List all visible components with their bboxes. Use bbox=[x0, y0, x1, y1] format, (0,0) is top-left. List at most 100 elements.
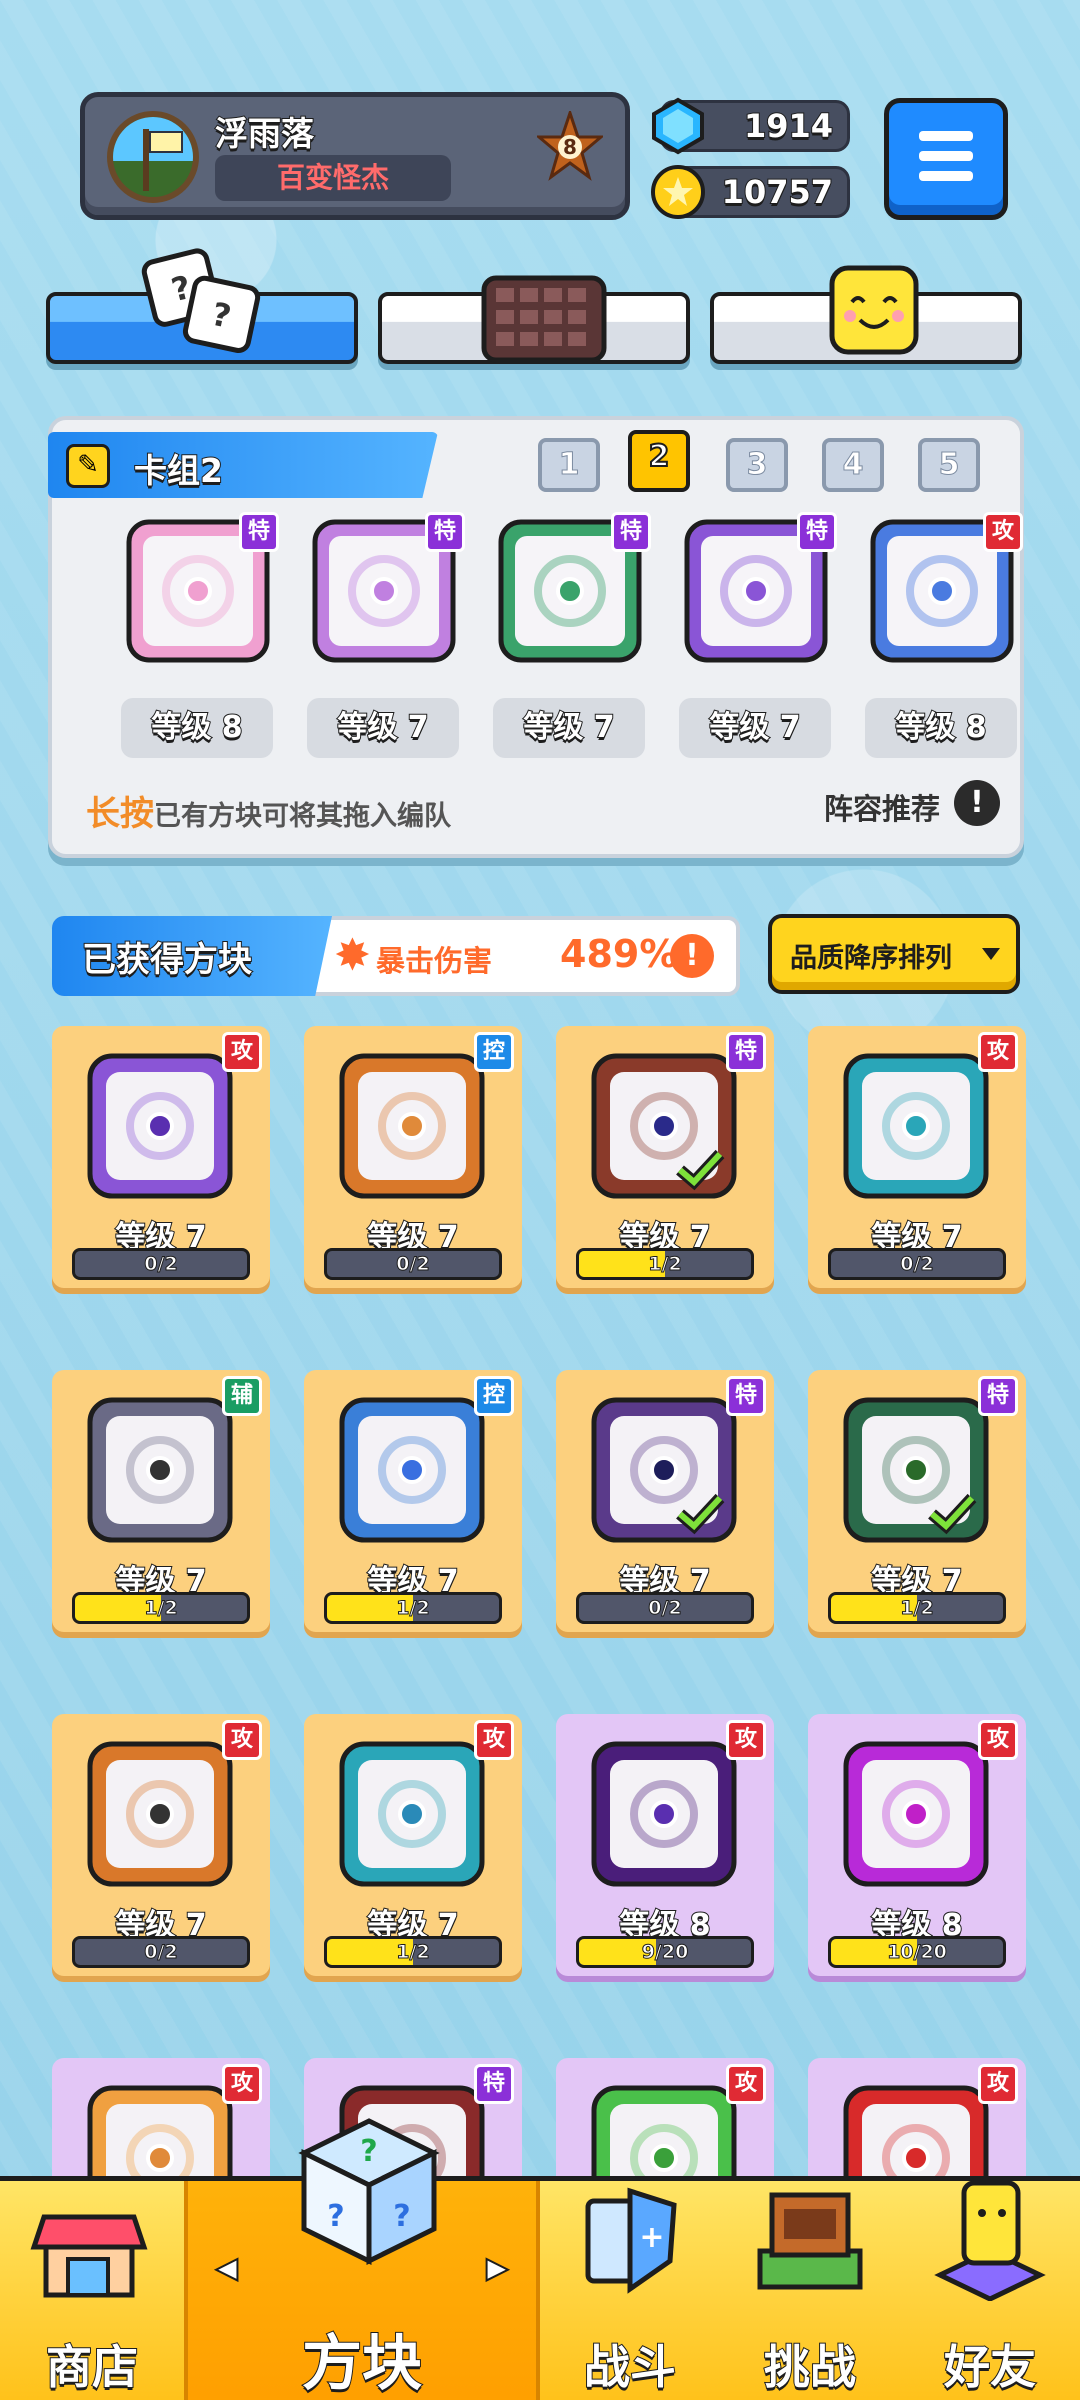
sort-label: 品质降序排列 bbox=[790, 943, 952, 974]
chevron-down-icon bbox=[982, 948, 1000, 960]
svg-text:?: ? bbox=[327, 2199, 344, 2234]
type-badge: 攻 bbox=[726, 1720, 766, 1760]
bottom-nav: 商店 ◀ ? ? ? ▶ 方块 + 战斗 挑战 好友 bbox=[0, 2118, 1080, 2400]
deck-title-bar[interactable]: ✎ 卡组2 bbox=[48, 432, 438, 498]
dice-face-icon bbox=[339, 1053, 485, 1199]
upgrade-progress-text: 1/2 bbox=[396, 1941, 430, 1964]
dice-face-icon bbox=[87, 1053, 233, 1199]
gem-count: 1914 bbox=[743, 106, 834, 146]
type-badge: 攻 bbox=[222, 2064, 262, 2104]
type-badge: 特 bbox=[474, 2064, 514, 2104]
owned-block-card[interactable]: 控等级 7 1/2 bbox=[304, 1370, 522, 1632]
type-badge: 攻 bbox=[978, 1032, 1018, 1072]
upgrade-progress-text: 1/2 bbox=[900, 1597, 934, 1620]
deck-title: 卡组2 bbox=[133, 450, 224, 491]
rank-star-icon[interactable]: 8 bbox=[534, 108, 606, 199]
sort-dropdown[interactable]: 品质降序排列 bbox=[768, 914, 1020, 994]
deck-slot[interactable]: 攻 bbox=[867, 512, 1023, 666]
type-badge: 辅 bbox=[222, 1376, 262, 1416]
tab-board[interactable] bbox=[378, 275, 690, 364]
nav-shop[interactable]: 商店 bbox=[0, 2181, 184, 2400]
owned-block-card[interactable]: 攻等级 7 1/2 bbox=[304, 1714, 522, 1976]
profile-panel[interactable]: 浮雨落 百变怪杰 8 bbox=[80, 92, 630, 220]
nav-shop-label: 商店 bbox=[45, 2339, 139, 2395]
nav-friends-label: 好友 bbox=[943, 2339, 1037, 2395]
deck-slot[interactable]: 特 bbox=[495, 512, 651, 666]
gem-counter[interactable]: 1914 bbox=[652, 97, 850, 155]
upgrade-progress-bar: 0/2 bbox=[324, 1248, 502, 1280]
dice-face-icon bbox=[591, 1741, 737, 1887]
owned-block-card[interactable]: 控等级 7 0/2 bbox=[304, 1026, 522, 1288]
tab-emote[interactable] bbox=[710, 265, 1022, 364]
nav-friends[interactable]: 好友 bbox=[900, 2180, 1080, 2400]
deck-slot-level: 等级 8 bbox=[865, 698, 1017, 758]
chevron-right-icon[interactable]: ▶ bbox=[485, 2250, 509, 2285]
type-badge: 攻 bbox=[474, 1720, 514, 1760]
menu-button[interactable] bbox=[884, 98, 1008, 220]
upgrade-progress-bar: 10/20 bbox=[828, 1936, 1006, 1968]
upgrade-progress-text: 0/2 bbox=[900, 1253, 934, 1276]
coin-counter[interactable]: 10757 bbox=[651, 165, 850, 219]
deck-slot[interactable]: 特 bbox=[123, 512, 279, 666]
pencil-icon[interactable]: ✎ bbox=[66, 444, 110, 488]
dice-face-icon bbox=[339, 1741, 485, 1887]
nav-challenge[interactable]: 挑战 bbox=[720, 2181, 900, 2400]
upgrade-progress-text: 0/2 bbox=[396, 1253, 430, 1276]
crit-info-icon[interactable]: ! bbox=[670, 934, 714, 978]
nav-battle-label: 战斗 bbox=[583, 2339, 677, 2395]
player-name: 浮雨落 bbox=[214, 113, 315, 154]
crit-label: 暴击伤害 bbox=[376, 944, 493, 978]
info-icon[interactable]: ! bbox=[954, 780, 1000, 826]
deck-slot[interactable]: 特 bbox=[309, 512, 465, 666]
nav-battle[interactable]: + 战斗 bbox=[540, 2181, 720, 2400]
owned-title: 已获得方块 bbox=[81, 939, 253, 981]
deck-tab-4[interactable]: 4 bbox=[822, 438, 884, 492]
deck-tab-5[interactable]: 5 bbox=[918, 438, 980, 492]
owned-block-card[interactable]: 攻等级 7 0/2 bbox=[808, 1026, 1026, 1288]
upgrade-progress-text: 0/2 bbox=[144, 1941, 178, 1964]
type-badge: 攻 bbox=[978, 2064, 1018, 2104]
owned-block-card[interactable]: 攻等级 7 0/2 bbox=[52, 1714, 270, 1976]
tab-dice[interactable]: ? ? bbox=[46, 248, 358, 364]
type-badge: 攻 bbox=[222, 1720, 262, 1760]
upgrade-progress-text: 0/2 bbox=[144, 1253, 178, 1276]
avatar[interactable] bbox=[107, 111, 199, 203]
svg-text:+: + bbox=[639, 2220, 664, 2255]
upgrade-progress-bar: 1/2 bbox=[72, 1592, 250, 1624]
challenge-icon bbox=[757, 2192, 863, 2290]
deck-slot-level: 等级 7 bbox=[679, 698, 831, 758]
owned-block-card[interactable]: 攻等级 8 10/20 bbox=[808, 1714, 1026, 1976]
coin-icon bbox=[651, 165, 705, 219]
type-badge: 特 bbox=[726, 1032, 766, 1072]
drag-hint: 长按已有方块可将其拖入编队 bbox=[86, 794, 451, 834]
nav-blocks[interactable]: ◀ ? ? ? ▶ 方块 bbox=[184, 2118, 540, 2400]
owned-block-card[interactable]: 攻等级 8 9/20 bbox=[556, 1714, 774, 1976]
owned-block-card[interactable]: 辅等级 7 1/2 bbox=[52, 1370, 270, 1632]
upgrade-progress-text: 0/2 bbox=[648, 1597, 682, 1620]
upgrade-progress-bar: 0/2 bbox=[576, 1592, 754, 1624]
dice-face-icon bbox=[843, 1397, 989, 1543]
deck-tab-3[interactable]: 3 bbox=[726, 438, 788, 492]
dice-face-icon bbox=[843, 1741, 989, 1887]
upgrade-progress-text: 1/2 bbox=[648, 1253, 682, 1276]
owned-block-card[interactable]: 特等级 7 1/2 bbox=[808, 1370, 1026, 1632]
upgrade-progress-text: 1/2 bbox=[144, 1597, 178, 1620]
type-badge: 攻 bbox=[978, 1720, 1018, 1760]
deck-panel: ✎ 卡组2 1 2 3 4 5 特等级 8 特等级 7 特等级 7 特等级 7 攻等级 … bbox=[48, 416, 1024, 858]
deck-tab-1[interactable]: 1 bbox=[538, 438, 600, 492]
deck-slot-level: 等级 7 bbox=[307, 698, 459, 758]
owned-block-card[interactable]: 攻等级 7 0/2 bbox=[52, 1026, 270, 1288]
owned-block-card[interactable]: 特等级 7 1/2 bbox=[556, 1026, 774, 1288]
grid-board-icon bbox=[481, 275, 607, 363]
deck-slot[interactable]: 特 bbox=[681, 512, 837, 666]
shop-icon bbox=[30, 2214, 148, 2298]
owned-block-card[interactable]: 特等级 7 0/2 bbox=[556, 1370, 774, 1632]
chevron-left-icon[interactable]: ◀ bbox=[215, 2250, 239, 2285]
smiley-block-icon bbox=[829, 265, 919, 355]
upgrade-progress-text: 1/2 bbox=[396, 1597, 430, 1620]
dice-block-icon: ? ? ? bbox=[298, 2118, 440, 2266]
type-badge: 特 bbox=[239, 512, 279, 552]
deck-tab-2[interactable]: 2 bbox=[628, 430, 690, 492]
type-badge: 攻 bbox=[983, 512, 1023, 552]
lineup-recommend-button[interactable]: 阵容推荐 bbox=[824, 786, 940, 828]
